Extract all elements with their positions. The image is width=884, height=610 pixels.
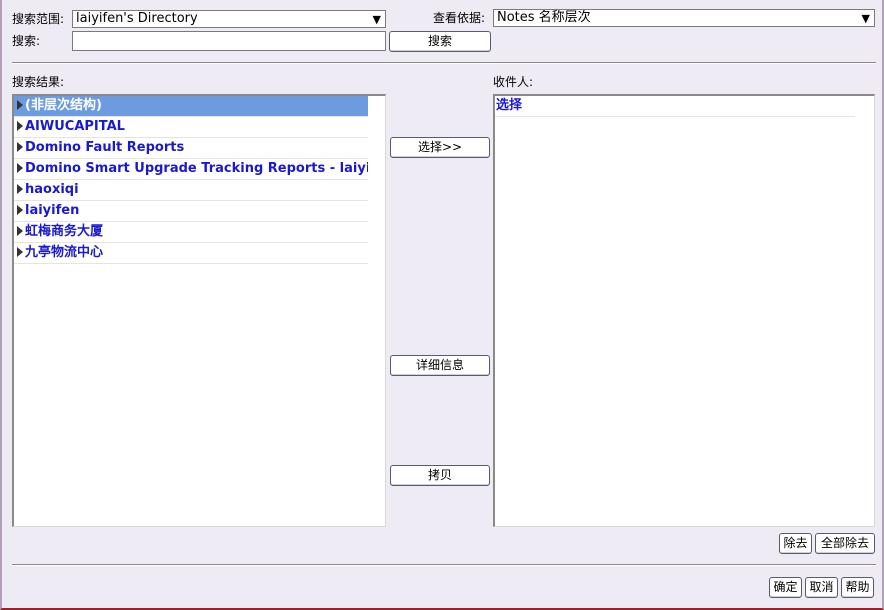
chevron-down-icon[interactable]: ▼ [862, 11, 870, 26]
expand-triangle-icon[interactable] [17, 141, 23, 152]
expand-triangle-icon[interactable] [17, 120, 23, 131]
help-button[interactable]: 帮助 [841, 577, 874, 598]
result-item-label: AIWUCAPITAL [25, 119, 125, 134]
recipient-item-label: 选择 [496, 98, 523, 113]
copy-button[interactable]: 拷贝 [390, 465, 490, 486]
ok-button[interactable]: 确定 [769, 577, 802, 598]
view-by-select[interactable]: Notes 名称层次 ▼ [493, 9, 875, 27]
top-divider [12, 62, 876, 64]
search-results-list[interactable]: (非层次结构) AIWUCAPITAL Domino Fault Reports Do… [12, 94, 386, 527]
search-results-label: 搜索结果: [12, 75, 65, 89]
result-item[interactable]: 九亭物流中心 [14, 243, 368, 264]
view-by-value: Notes 名称层次 [497, 10, 591, 25]
search-scope-select[interactable]: laiyifen's Directory ▼ [72, 10, 386, 28]
remove-button[interactable]: 除去 [779, 533, 812, 554]
expand-triangle-icon[interactable] [17, 246, 23, 257]
result-item-label: haoxiqi [25, 182, 79, 197]
expand-triangle-icon[interactable] [17, 99, 23, 110]
select-button[interactable]: 选择>> [390, 137, 490, 158]
expand-triangle-icon[interactable] [17, 204, 23, 215]
result-item-label: laiyifen [25, 203, 80, 218]
result-item[interactable]: Domino Smart Upgrade Tracking Reports - … [14, 159, 368, 180]
search-scope-value: laiyifen's Directory [76, 11, 198, 26]
result-item[interactable]: 虹梅商务大厦 [14, 222, 368, 243]
result-item[interactable]: Domino Fault Reports [14, 138, 368, 159]
search-button[interactable]: 搜索 [389, 31, 491, 52]
remove-all-button[interactable]: 全部除去 [815, 533, 875, 554]
result-item[interactable]: laiyifen [14, 201, 368, 222]
result-item[interactable]: AIWUCAPITAL [14, 117, 368, 138]
search-input[interactable] [72, 31, 386, 51]
cancel-button[interactable]: 取消 [805, 577, 838, 598]
result-item-label: Domino Fault Reports [25, 140, 185, 155]
chevron-down-icon[interactable]: ▼ [373, 12, 381, 27]
view-by-label: 查看依据: [433, 11, 486, 25]
expand-triangle-icon[interactable] [17, 183, 23, 194]
bottom-divider [12, 564, 876, 566]
result-item-label: (非层次结构) [25, 98, 102, 113]
result-item-label: 九亭物流中心 [25, 245, 104, 260]
search-label: 搜索: [12, 34, 41, 48]
details-button[interactable]: 详细信息 [390, 355, 490, 376]
recipients-label: 收件人: [493, 75, 534, 89]
result-item-label: 虹梅商务大厦 [25, 224, 104, 239]
search-scope-label: 搜索范围: [12, 12, 65, 26]
result-item[interactable]: (非层次结构) [14, 96, 368, 117]
recipient-item[interactable]: 选择 [495, 96, 855, 117]
result-item[interactable]: haoxiqi [14, 180, 368, 201]
expand-triangle-icon[interactable] [17, 162, 23, 173]
expand-triangle-icon[interactable] [17, 225, 23, 236]
recipients-list[interactable]: 选择 [493, 94, 875, 527]
result-item-label: Domino Smart Upgrade Tracking Reports - … [25, 161, 368, 176]
